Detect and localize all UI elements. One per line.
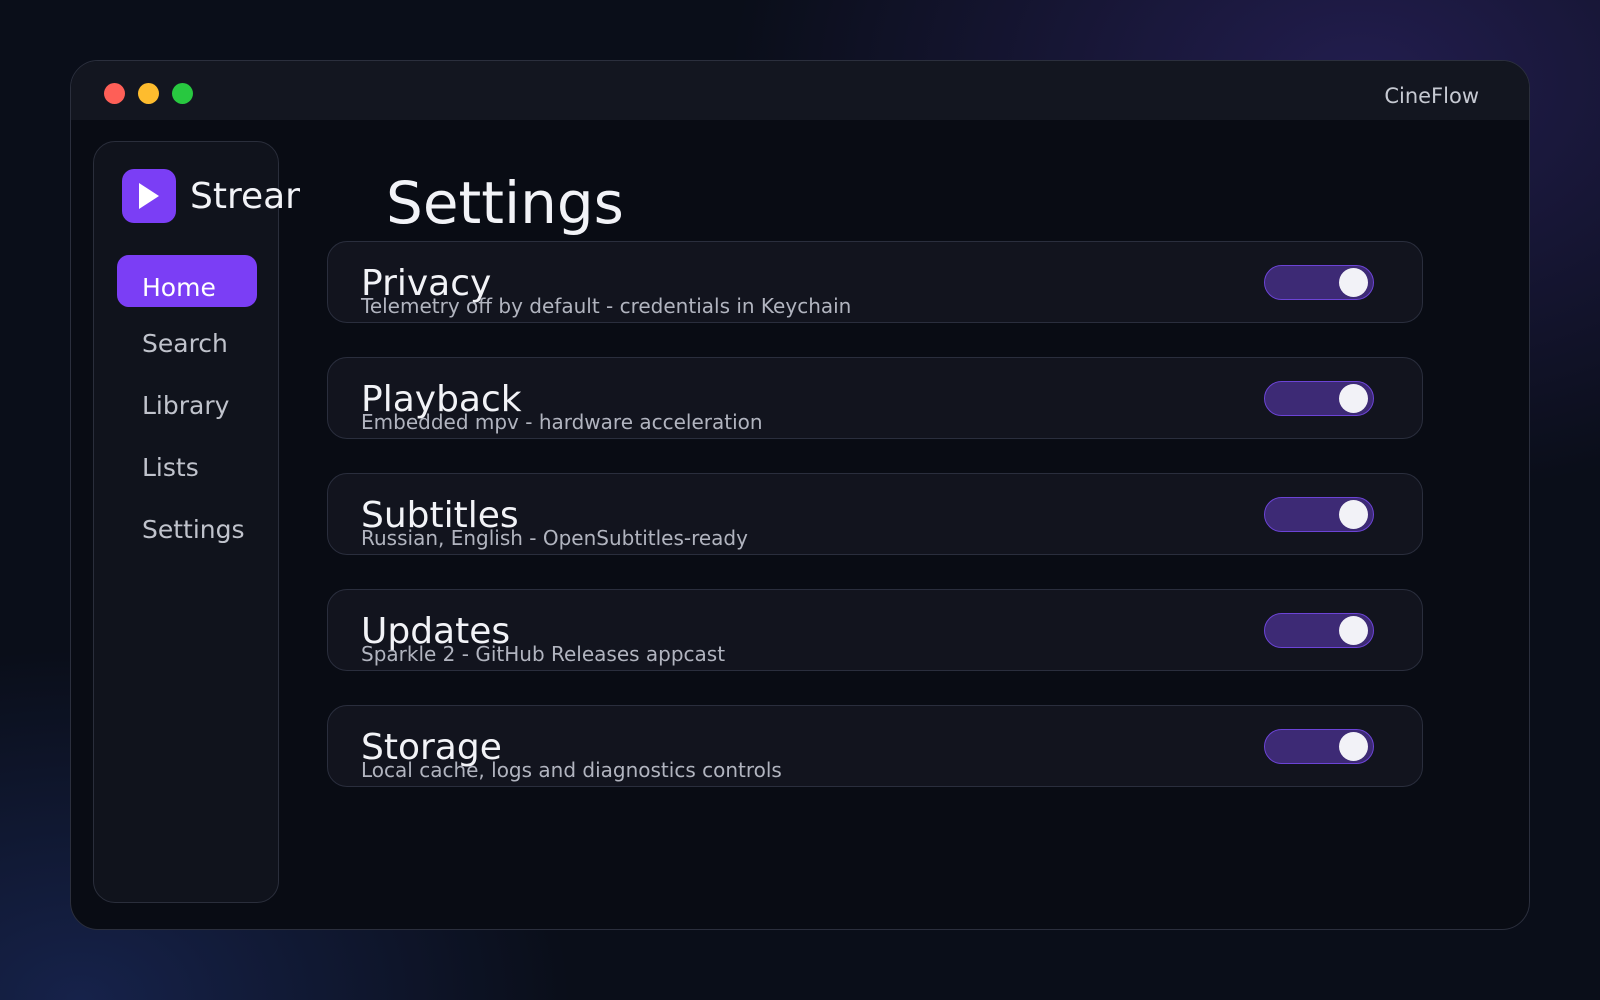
brand-name: Stream <box>190 175 300 217</box>
sidebar: Stream Home Search Library Lists Setting… <box>93 141 300 903</box>
setting-card-playback: Playback Embedded mpv - hardware acceler… <box>327 357 1423 439</box>
sidebar-item-home[interactable]: Home <box>117 255 257 307</box>
setting-card-storage: Storage Local cache, logs and diagnostic… <box>327 705 1423 787</box>
settings-list: Privacy Telemetry off by default - crede… <box>327 241 1423 821</box>
setting-description: Telemetry off by default - credentials i… <box>361 294 852 318</box>
sidebar-nav: Home Search Library Lists Settings <box>117 255 257 565</box>
toggle-knob <box>1339 500 1368 529</box>
play-icon <box>122 169 176 223</box>
setting-description: Russian, English - OpenSubtitles-ready <box>361 526 748 550</box>
sidebar-item-label: Library <box>142 390 230 420</box>
minimize-window-button[interactable] <box>138 83 159 104</box>
setting-description: Local cache, logs and diagnostics contro… <box>361 758 782 782</box>
sidebar-item-lists[interactable]: Lists <box>117 441 257 493</box>
subtitles-toggle[interactable] <box>1264 497 1374 532</box>
storage-toggle[interactable] <box>1264 729 1374 764</box>
title-bar: CineFlow <box>71 61 1529 120</box>
setting-card-subtitles: Subtitles Russian, English - OpenSubtitl… <box>327 473 1423 555</box>
setting-description: Embedded mpv - hardware acceleration <box>361 410 763 434</box>
window-title: CineFlow <box>1384 84 1479 108</box>
sidebar-item-label: Settings <box>142 514 245 544</box>
privacy-toggle[interactable] <box>1264 265 1374 300</box>
sidebar-item-label: Home <box>142 272 216 302</box>
toggle-knob <box>1339 732 1368 761</box>
zoom-window-button[interactable] <box>172 83 193 104</box>
page-title: Settings <box>386 169 624 237</box>
sidebar-item-settings[interactable]: Settings <box>117 503 257 555</box>
app-window: CineFlow Stream Home Search Library List… <box>70 60 1530 930</box>
setting-description: Sparkle 2 - GitHub Releases appcast <box>361 642 726 666</box>
brand: Stream <box>122 169 300 223</box>
toggle-knob <box>1339 616 1368 645</box>
sidebar-item-search[interactable]: Search <box>117 317 257 369</box>
updates-toggle[interactable] <box>1264 613 1374 648</box>
playback-toggle[interactable] <box>1264 381 1374 416</box>
toggle-knob <box>1339 384 1368 413</box>
sidebar-item-library[interactable]: Library <box>117 379 257 431</box>
close-window-button[interactable] <box>104 83 125 104</box>
sidebar-item-label: Lists <box>142 452 199 482</box>
setting-card-privacy: Privacy Telemetry off by default - crede… <box>327 241 1423 323</box>
sidebar-item-label: Search <box>142 328 228 358</box>
setting-card-updates: Updates Sparkle 2 - GitHub Releases appc… <box>327 589 1423 671</box>
toggle-knob <box>1339 268 1368 297</box>
